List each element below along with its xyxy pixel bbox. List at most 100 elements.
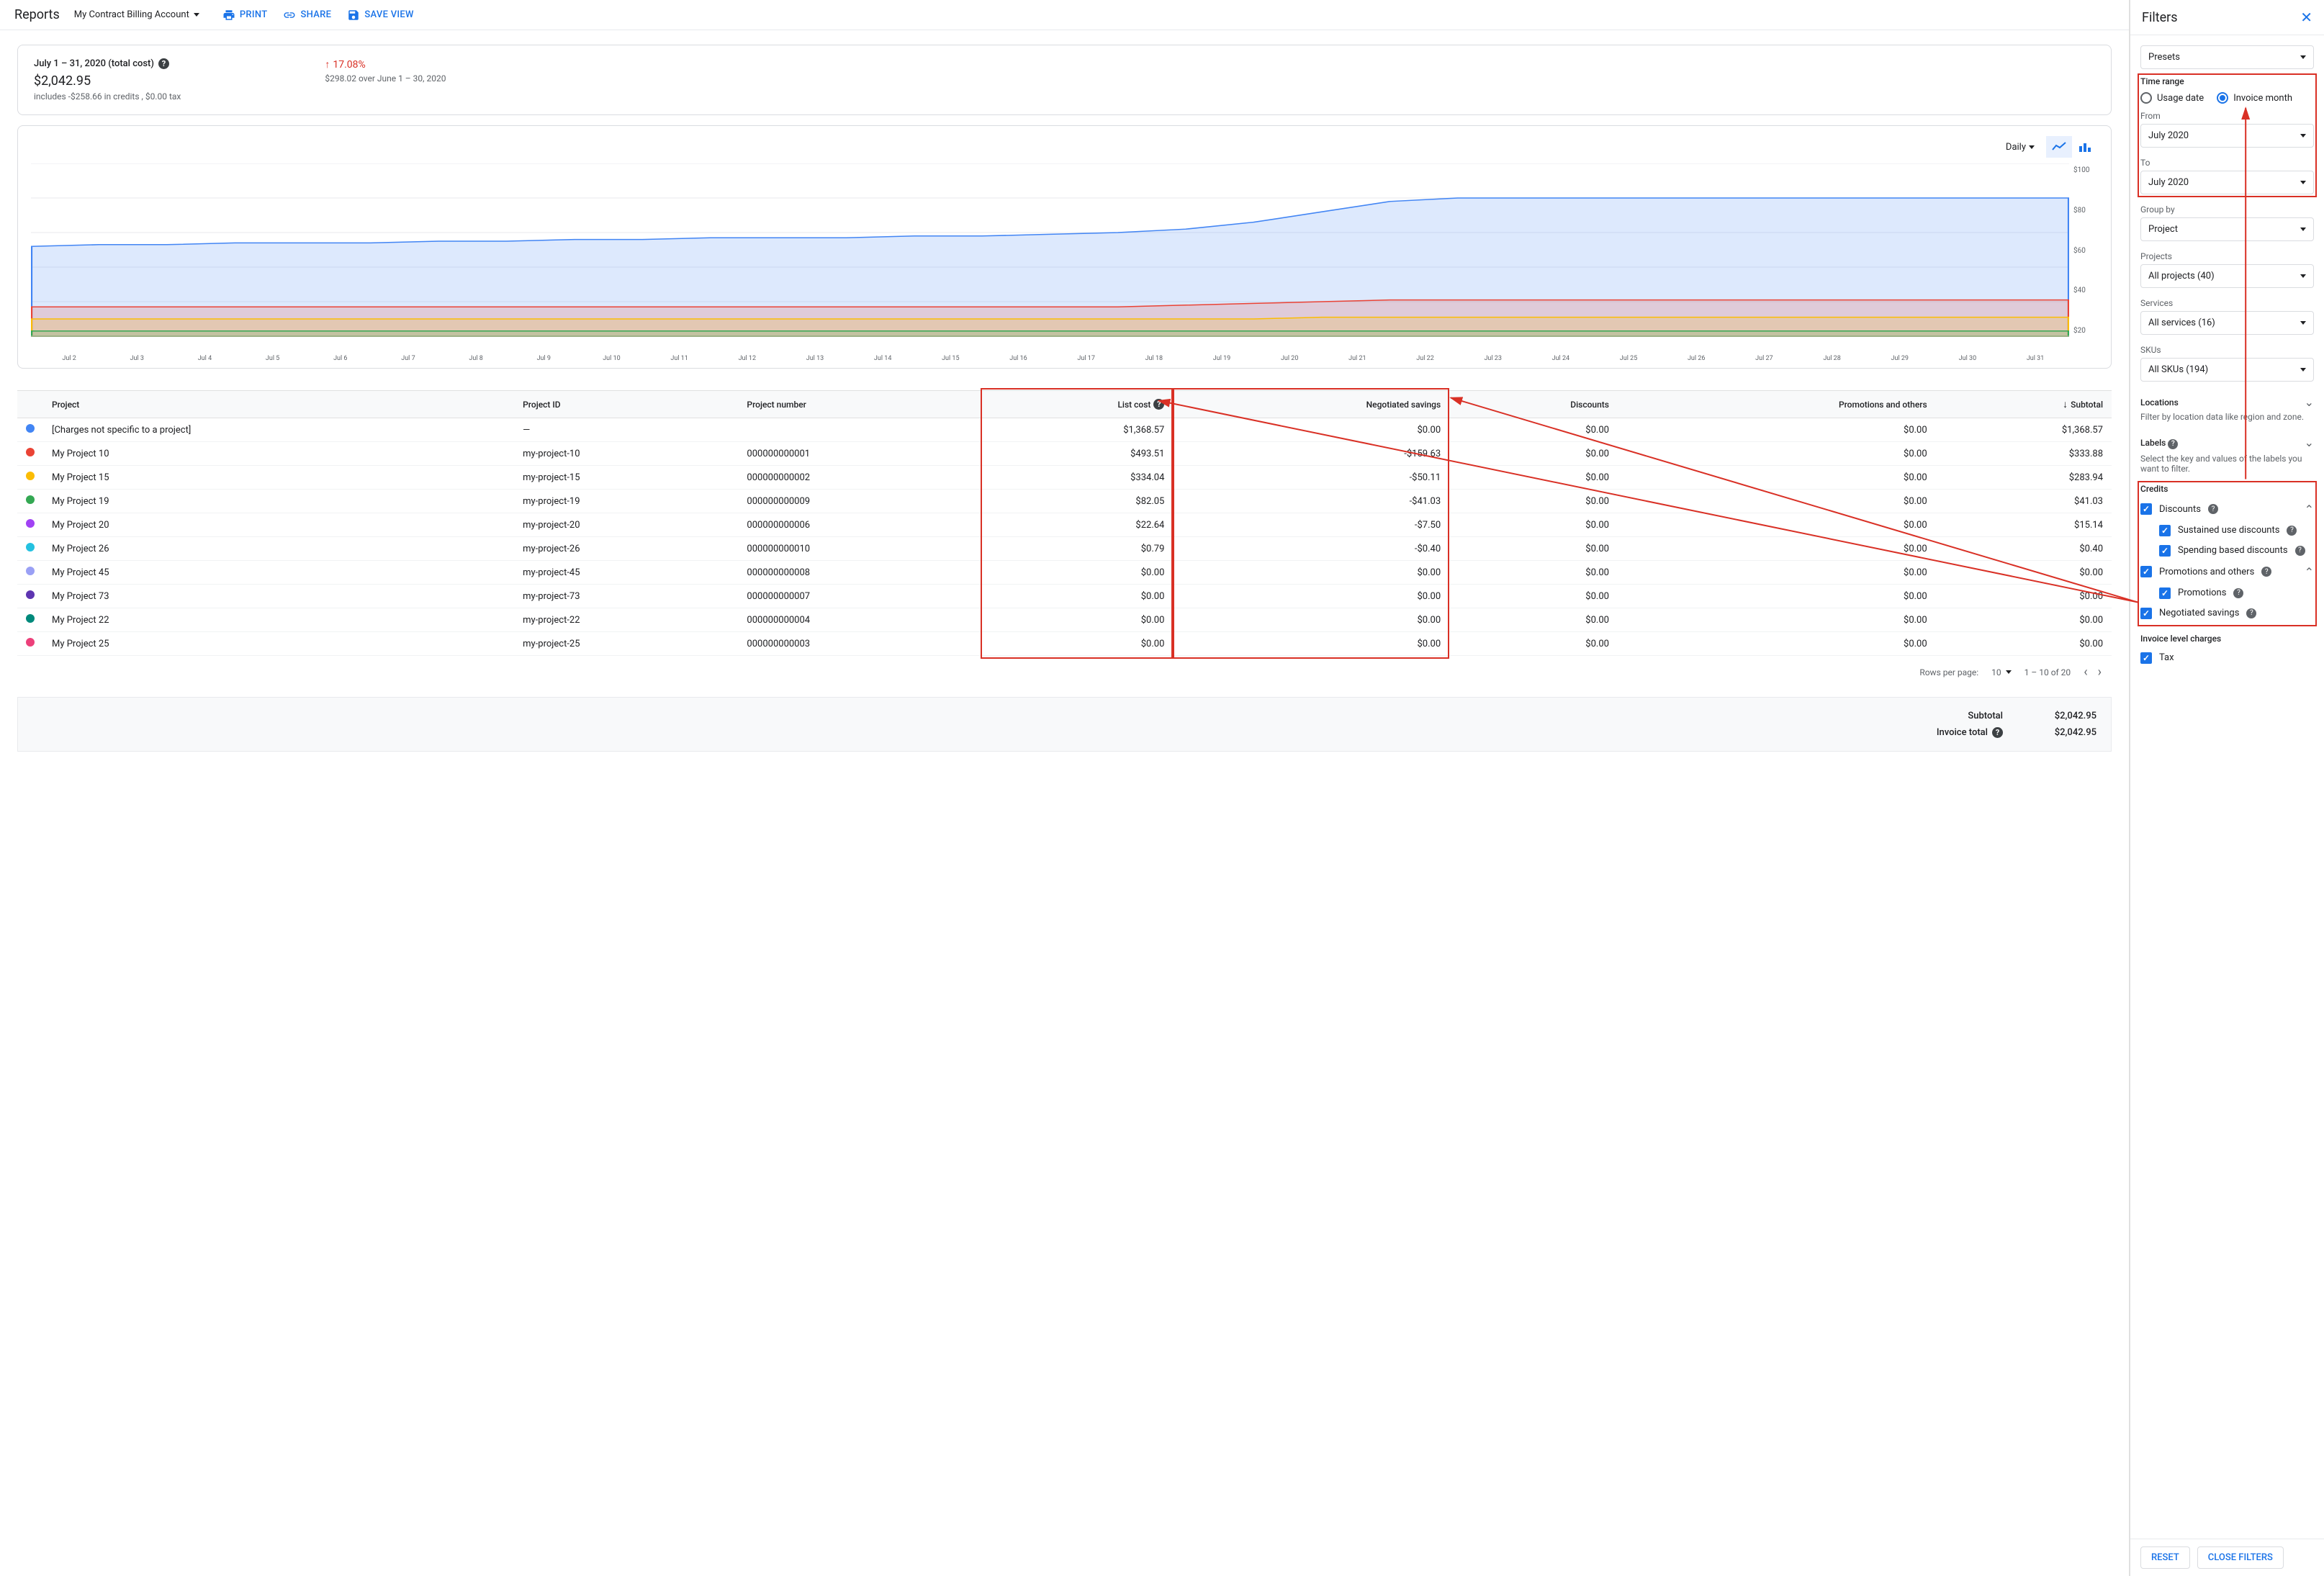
help-icon[interactable]: ? [2246,608,2256,618]
cost-sub: includes -$258.66 in credits , $0.00 tax [34,91,181,102]
col-project-id[interactable]: Project ID [514,391,738,418]
dropdown-icon [2300,55,2306,59]
dropdown-icon [2300,368,2306,372]
help-icon[interactable]: ? [2295,546,2305,556]
prev-page-button[interactable]: ‹ [2084,665,2087,680]
table-row[interactable]: My Project 20my-project-20000000000006$2… [17,513,2112,537]
col-promotions[interactable]: Promotions and others [1618,391,1936,418]
save-icon [347,9,360,22]
table-row[interactable]: My Project 10my-project-10000000000001$4… [17,442,2112,466]
subtotal-value: $2,042.95 [2032,711,2096,721]
help-icon[interactable]: ? [2208,504,2218,514]
help-icon[interactable]: ? [158,58,169,69]
presets-select[interactable]: Presets [2140,45,2314,69]
line-chart-icon [2052,141,2066,153]
help-icon[interactable]: ? [2261,567,2271,577]
chart-card: Daily $100$80$60$40$20 Jul 2J [17,125,2112,369]
spending-checkbox[interactable] [2159,545,2171,557]
table-row[interactable]: My Project 73my-project-73000000000007$0… [17,585,2112,608]
table-row[interactable]: My Project 45my-project-45000000000008$0… [17,561,2112,585]
dropdown-icon [2029,145,2035,149]
series-dot [26,519,35,528]
col-list-cost[interactable]: List cost ? [981,391,1174,418]
time-range-label: Time range [2140,76,2314,86]
link-icon [283,9,296,22]
promo-others-checkbox[interactable] [2140,566,2152,577]
next-page-button[interactable]: › [2098,665,2102,680]
help-icon[interactable]: ? [1992,727,2003,738]
discounts-checkbox[interactable] [2140,503,2152,515]
credits-label: Credits [2140,484,2314,494]
share-button[interactable]: SHARE [283,9,331,22]
dropdown-icon [2300,134,2306,138]
filters-title: Filters [2142,10,2178,25]
table-row[interactable]: My Project 25my-project-25000000000003$0… [17,632,2112,656]
invoice-total-label: Invoice total ? [1937,727,2003,738]
chart-type-bar-button[interactable] [2072,136,2098,158]
usage-date-radio[interactable]: Usage date [2140,92,2204,104]
table-row[interactable]: [Charges not specific to a project]—$1,3… [17,418,2112,442]
series-dot [26,590,35,599]
table-row[interactable]: My Project 26my-project-26000000000010$0… [17,537,2112,561]
help-icon[interactable]: ? [2287,526,2297,536]
col-discounts[interactable]: Discounts [1449,391,1618,418]
series-dot [26,495,35,504]
col-project[interactable]: Project [43,391,514,418]
chart-type-line-button[interactable] [2046,136,2072,158]
promotions-checkbox[interactable] [2159,587,2171,599]
table-row[interactable]: My Project 22my-project-22000000000004$0… [17,608,2112,632]
billing-account-selector[interactable]: My Contract Billing Account [74,9,199,20]
total-cost: $2,042.95 [34,73,181,89]
print-button[interactable]: PRINT [222,9,268,22]
help-icon[interactable]: ? [1153,399,1164,410]
bar-chart-icon [2078,141,2092,153]
series-dot [26,614,35,623]
chevron-up-icon[interactable]: ⌃ [2305,565,2314,579]
chevron-down-icon: ⌄ [2305,395,2314,409]
locations-expand[interactable]: Locations ⌄ [2140,392,2314,412]
subtotal-label: Subtotal [1968,711,2003,721]
group-by-select[interactable]: Project [2140,217,2314,241]
dropdown-icon [2300,274,2306,278]
sustained-checkbox[interactable] [2159,525,2171,536]
labels-expand[interactable]: Labels ? ⌄ [2140,432,2314,454]
pagination: Rows per page: 10 1 – 10 of 20 ‹ › [17,656,2112,688]
series-dot [26,472,35,480]
from-month-select[interactable]: July 2020 [2140,124,2314,148]
chart-frequency-select[interactable]: Daily [2006,142,2035,153]
save-view-button[interactable]: SAVE VIEW [347,9,414,22]
dropdown-icon [2006,670,2012,674]
delta-sub: $298.02 over June 1 – 30, 2020 [325,73,446,84]
print-icon [222,9,235,22]
series-dot [26,543,35,551]
help-icon[interactable]: ? [2168,439,2178,449]
reset-button[interactable]: RESET [2140,1546,2190,1569]
chevron-up-icon[interactable]: ⌃ [2305,503,2314,516]
col-negotiated-savings[interactable]: Negotiated savings [1173,391,1449,418]
series-dot [26,638,35,647]
negotiated-checkbox[interactable] [2140,608,2152,619]
projects-select[interactable]: All projects (40) [2140,264,2314,288]
col-project-number[interactable]: Project number [738,391,980,418]
col-subtotal[interactable]: ↓Subtotal [1936,391,2112,418]
table-row[interactable]: My Project 19my-project-19000000000009$8… [17,490,2112,513]
up-arrow-icon: ↑ [325,58,330,71]
invoice-total-value: $2,042.95 [2032,727,2096,738]
table-row[interactable]: My Project 15my-project-15000000000002$3… [17,466,2112,490]
chevron-down-icon: ⌄ [2305,436,2314,449]
skus-select[interactable]: All SKUs (194) [2140,358,2314,382]
page-range: 1 – 10 of 20 [2025,667,2071,677]
totals-card: Subtotal $2,042.95 Invoice total ? $2,04… [17,697,2112,752]
help-icon[interactable]: ? [2233,588,2243,598]
to-month-select[interactable]: July 2020 [2140,171,2314,194]
close-filters-button[interactable]: CLOSE FILTERS [2197,1546,2284,1569]
tax-checkbox[interactable] [2140,652,2152,664]
rows-per-page-select[interactable]: 10 [1991,667,2012,677]
sort-desc-icon: ↓ [2063,398,2068,410]
dropdown-icon [194,13,199,17]
services-select[interactable]: All services (16) [2140,311,2314,335]
invoice-month-radio[interactable]: Invoice month [2217,92,2292,104]
summary-card: July 1 – 31, 2020 (total cost) ? $2,042.… [17,45,2112,115]
close-filters-button[interactable]: ✕ [2300,9,2312,26]
series-dot [26,424,35,433]
